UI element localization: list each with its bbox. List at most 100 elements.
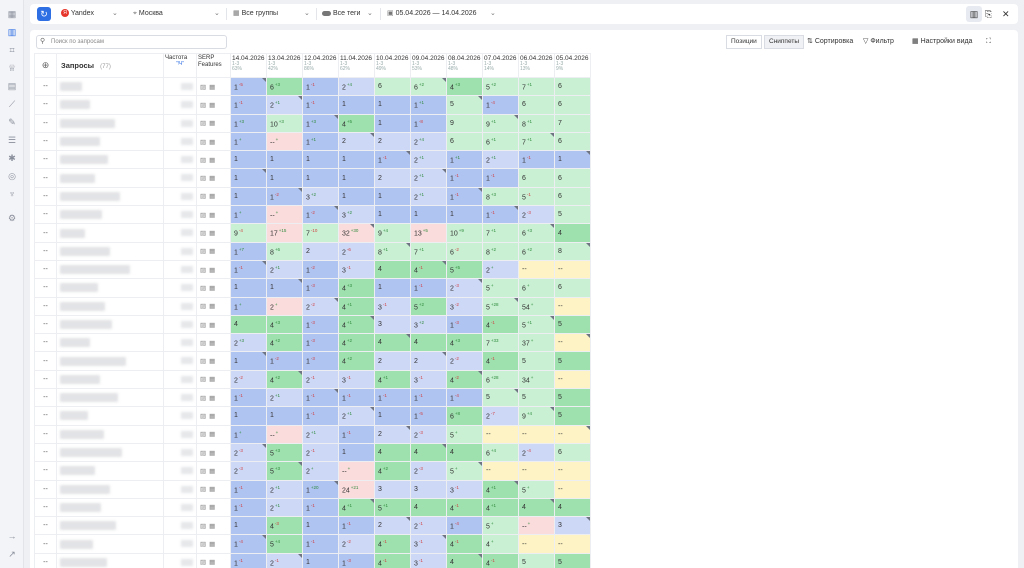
position-cell[interactable]: 1-2 (302, 205, 339, 225)
position-cell[interactable]: 2 (410, 351, 447, 371)
position-cell[interactable]: 8 (554, 241, 591, 261)
position-cell[interactable]: 1-1 (302, 95, 339, 115)
query-cell[interactable] (56, 113, 164, 133)
query-cell[interactable] (56, 479, 164, 499)
position-cell[interactable]: 2+1 (338, 406, 375, 426)
position-cell[interactable]: 1-5 (410, 406, 447, 426)
position-cell[interactable]: 1-1 (230, 552, 267, 568)
position-cell[interactable]: 6 (554, 278, 591, 298)
position-cell[interactable]: 2-3 (410, 461, 447, 481)
position-cell[interactable]: 1+ (230, 424, 267, 444)
position-cell[interactable]: 2+1 (410, 168, 447, 188)
region-select[interactable]: ⌖ Москва (133, 4, 163, 24)
position-cell[interactable]: 5+3 (266, 442, 303, 463)
position-cell[interactable]: 2-1 (266, 552, 303, 568)
serp-features-cell[interactable]: ▨▦ (196, 76, 231, 97)
query-cell[interactable] (56, 351, 164, 371)
position-cell[interactable]: 1 (374, 95, 411, 115)
date-column-header[interactable]: 06.04.2026 1-3 13% (518, 53, 555, 78)
position-cell[interactable]: 1-3 (302, 314, 339, 335)
search-input[interactable]: ⚲ Поиск по запросам (36, 35, 227, 49)
position-cell[interactable]: 5+2 (410, 296, 447, 316)
serp-features-cell[interactable]: ▨▦ (196, 479, 231, 499)
query-cell[interactable] (56, 95, 164, 115)
position-cell[interactable]: 5 (554, 351, 591, 371)
position-cell[interactable]: 2-2 (446, 351, 483, 371)
position-cell[interactable]: 5 (554, 388, 591, 408)
table-icon[interactable]: ▤ (6, 80, 18, 92)
position-cell[interactable]: 6+2 (518, 241, 555, 261)
external-link-icon[interactable]: ↗ (6, 548, 18, 560)
position-cell[interactable]: 2+1 (302, 424, 339, 444)
position-cell[interactable]: 1+3 (302, 113, 339, 133)
position-cell[interactable]: --+ (266, 205, 303, 225)
position-cell[interactable]: 1 (446, 205, 483, 225)
position-cell[interactable]: 6+3 (266, 76, 303, 97)
serp-features-cell[interactable]: ▨▦ (196, 241, 231, 261)
position-cell[interactable]: -- (554, 296, 591, 316)
position-cell[interactable]: 1-1 (482, 168, 519, 188)
position-cell[interactable]: 1-1 (302, 406, 339, 426)
position-cell[interactable]: 1-4 (446, 388, 483, 408)
table-row[interactable]: -- ▨▦ 1 1 1 1 2 2+1 1-1 1-1 6 6 (34, 168, 591, 188)
row-checkbox[interactable]: -- (34, 296, 57, 316)
serp-features-cell[interactable]: ▨▦ (196, 223, 231, 243)
sort-button[interactable]: ⇅ Сортировка (807, 35, 853, 49)
serp-features-cell[interactable]: ▨▦ (196, 516, 231, 536)
table-row[interactable]: -- ▨▦ 2-3 5+3 2-1 1 4 4 4 6+4 2-4 6 (34, 442, 591, 463)
position-cell[interactable]: 2-1 (302, 369, 339, 390)
position-cell[interactable]: 4-1 (482, 351, 519, 371)
row-checkbox[interactable]: -- (34, 534, 57, 554)
groups-select[interactable]: ▦ Все группы (233, 4, 278, 24)
position-cell[interactable]: 1-3 (338, 552, 375, 568)
position-cell[interactable]: 1-2 (266, 351, 303, 371)
row-checkbox[interactable]: -- (34, 223, 57, 243)
position-cell[interactable]: 2+ (266, 296, 303, 316)
position-cell[interactable]: 6+28 (482, 369, 519, 390)
position-cell[interactable]: 2 (374, 168, 411, 188)
position-cell[interactable]: 4+1 (482, 479, 519, 499)
position-cell[interactable]: 5+4 (266, 534, 303, 554)
position-cell[interactable]: -- (518, 461, 555, 481)
position-cell[interactable]: 1 (338, 186, 375, 207)
table-row[interactable]: -- ▨▦ 1-1 2+1 1+20 24+21 3 3 3-1 4+1 5+ -- (34, 479, 591, 499)
table-row[interactable]: -- ▨▦ 2+3 4+2 1-3 4+2 4 4 4+3 7+33 37+ -- (34, 333, 591, 353)
position-cell[interactable]: 2+1 (266, 388, 303, 408)
table-row[interactable]: -- ▨▦ 4 4+3 1-3 4+1 3 3+2 1-3 4-1 5+1 5 (34, 314, 591, 335)
query-cell[interactable] (56, 278, 164, 298)
query-cell[interactable] (56, 168, 164, 188)
position-cell[interactable]: 34+ (518, 369, 555, 390)
date-column-header[interactable]: 08.04.2026 1-3 48% (446, 53, 483, 78)
position-cell[interactable]: 1+20 (302, 479, 339, 499)
position-cell[interactable]: 2+1 (266, 479, 303, 499)
position-cell[interactable]: 1 (302, 552, 339, 568)
position-cell[interactable]: 1 (230, 168, 267, 188)
position-cell[interactable]: 8+1 (374, 241, 411, 261)
row-checkbox[interactable]: -- (34, 150, 57, 170)
position-cell[interactable]: 9+4 (374, 223, 411, 243)
fullscreen-icon[interactable]: ⛶ (986, 35, 991, 49)
query-cell[interactable] (56, 552, 164, 568)
position-cell[interactable]: 4-1 (482, 552, 519, 568)
chevron-down-icon[interactable]: ⌄ (490, 4, 496, 24)
position-cell[interactable]: 4 (374, 333, 411, 353)
position-cell[interactable]: 2-3 (446, 278, 483, 298)
position-cell[interactable]: 8+1 (518, 113, 555, 133)
position-cell[interactable]: 1-1 (410, 278, 447, 298)
serp-features-cell[interactable]: ▨▦ (196, 278, 231, 298)
position-cell[interactable]: 2+1 (266, 95, 303, 115)
position-cell[interactable]: --+ (266, 131, 303, 152)
position-cell[interactable]: 2-3 (518, 205, 555, 225)
row-checkbox[interactable]: -- (34, 278, 57, 298)
frequency-header[interactable]: Частота "!Ч" (163, 53, 197, 78)
serp-features-cell[interactable]: ▨▦ (196, 351, 231, 371)
serp-features-cell[interactable]: ▨▦ (196, 424, 231, 444)
position-cell[interactable]: 2 (338, 131, 375, 152)
position-cell[interactable]: -- (554, 333, 591, 353)
position-cell[interactable]: 6+2 (410, 76, 447, 97)
position-cell[interactable]: 2 (374, 516, 411, 536)
position-cell[interactable]: 4+3 (446, 333, 483, 353)
position-cell[interactable]: -- (554, 534, 591, 554)
table-row[interactable]: -- ▨▦ 1-1 2+1 1-2 3-1 4 4-1 5+5 2+ -- -- (34, 259, 591, 280)
table-row[interactable]: -- ▨▦ 1-1 2-1 1 1-3 4-1 3-1 4 4-1 5 5 (34, 552, 591, 568)
